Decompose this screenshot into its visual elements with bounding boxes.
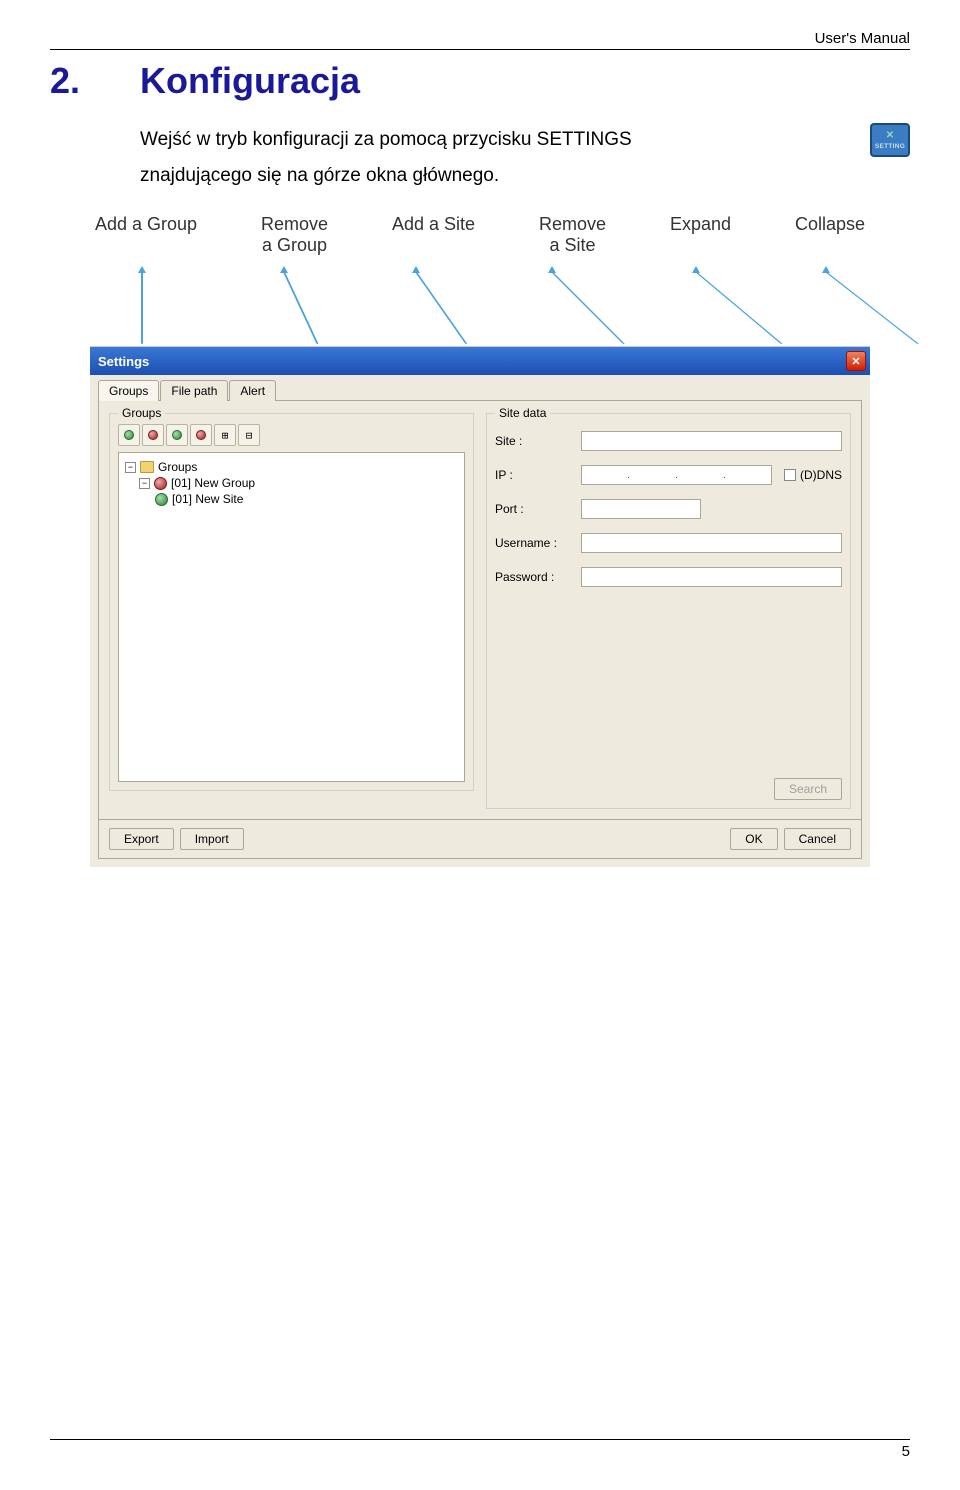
minus-icon[interactable]: − (125, 462, 136, 473)
site-label: Site : (495, 434, 575, 448)
collapse-button[interactable]: ⊟ (238, 424, 260, 446)
tree-group[interactable]: − [01] New Group (125, 475, 458, 491)
remove-site-button[interactable] (190, 424, 212, 446)
groups-fieldset-title: Groups (118, 406, 165, 420)
tree-root[interactable]: − Groups (125, 459, 458, 475)
groups-tree[interactable]: − Groups − [01] New Group (118, 452, 465, 782)
callout-remove-group: Remove a Group (261, 214, 328, 256)
close-icon[interactable]: ✕ (846, 351, 866, 371)
callout-collapse: Collapse (795, 214, 865, 256)
import-button[interactable]: Import (180, 828, 244, 850)
export-button[interactable]: Export (109, 828, 174, 850)
group-icon (154, 477, 167, 490)
ddns-label: (D)DNS (800, 468, 842, 482)
body-line-1: Wejść w tryb konfiguracji za pomocą przy… (140, 122, 632, 158)
header-right: User's Manual (50, 30, 910, 50)
tree-site[interactable]: [01] New Site (125, 491, 458, 507)
add-group-button[interactable] (118, 424, 140, 446)
settings-button-icon (870, 123, 910, 157)
username-input[interactable] (581, 533, 842, 553)
ip-label: IP : (495, 468, 575, 482)
ddns-checkbox[interactable] (784, 469, 796, 481)
bottom-bar: Export Import OK Cancel (98, 820, 862, 859)
tab-filepath[interactable]: File path (160, 380, 228, 401)
site-data-fieldset: Site data Site : IP : ... (D)DNS (486, 413, 851, 809)
callout-add-group: Add a Group (95, 214, 197, 256)
body-paragraph: Wejść w tryb konfiguracji za pomocą przy… (140, 122, 910, 194)
section-header: 2. Konfiguracja (50, 60, 910, 102)
site-icon (155, 493, 168, 506)
password-label: Password : (495, 570, 575, 584)
body-line-2: znajdującego się na górze okna głównego. (140, 158, 910, 194)
callout-remove-site: Remove a Site (539, 214, 606, 256)
port-label: Port : (495, 502, 575, 516)
remove-group-button[interactable] (142, 424, 164, 446)
section-title: Konfiguracja (140, 60, 360, 102)
cancel-button[interactable]: Cancel (784, 828, 851, 850)
window-titlebar: Settings ✕ (90, 347, 870, 375)
page-number: 5 (50, 1439, 910, 1460)
settings-window: Settings ✕ Groups File path Alert Groups (90, 346, 870, 867)
expand-button[interactable]: ⊞ (214, 424, 236, 446)
search-button[interactable]: Search (774, 778, 842, 800)
groups-fieldset: Groups ⊞ ⊟ − (109, 413, 474, 791)
password-input[interactable] (581, 567, 842, 587)
username-label: Username : (495, 536, 575, 550)
site-data-fieldset-title: Site data (495, 406, 550, 420)
connector-lines (90, 266, 870, 346)
ok-button[interactable]: OK (730, 828, 777, 850)
section-number: 2. (50, 60, 140, 102)
ip-input[interactable]: ... (581, 465, 772, 485)
window-title: Settings (98, 354, 149, 369)
site-input[interactable] (581, 431, 842, 451)
minus-icon[interactable]: − (139, 478, 150, 489)
tab-strip: Groups File path Alert (98, 379, 862, 400)
callout-expand: Expand (670, 214, 731, 256)
folder-icon (140, 461, 154, 473)
port-input[interactable] (581, 499, 701, 519)
tab-alert[interactable]: Alert (229, 380, 276, 401)
tab-groups[interactable]: Groups (98, 380, 159, 401)
settings-diagram: Add a Group Remove a Group Add a Site Re… (90, 214, 870, 867)
callout-add-site: Add a Site (392, 214, 475, 256)
add-site-button[interactable] (166, 424, 188, 446)
groups-toolbar: ⊞ ⊟ (118, 424, 465, 446)
